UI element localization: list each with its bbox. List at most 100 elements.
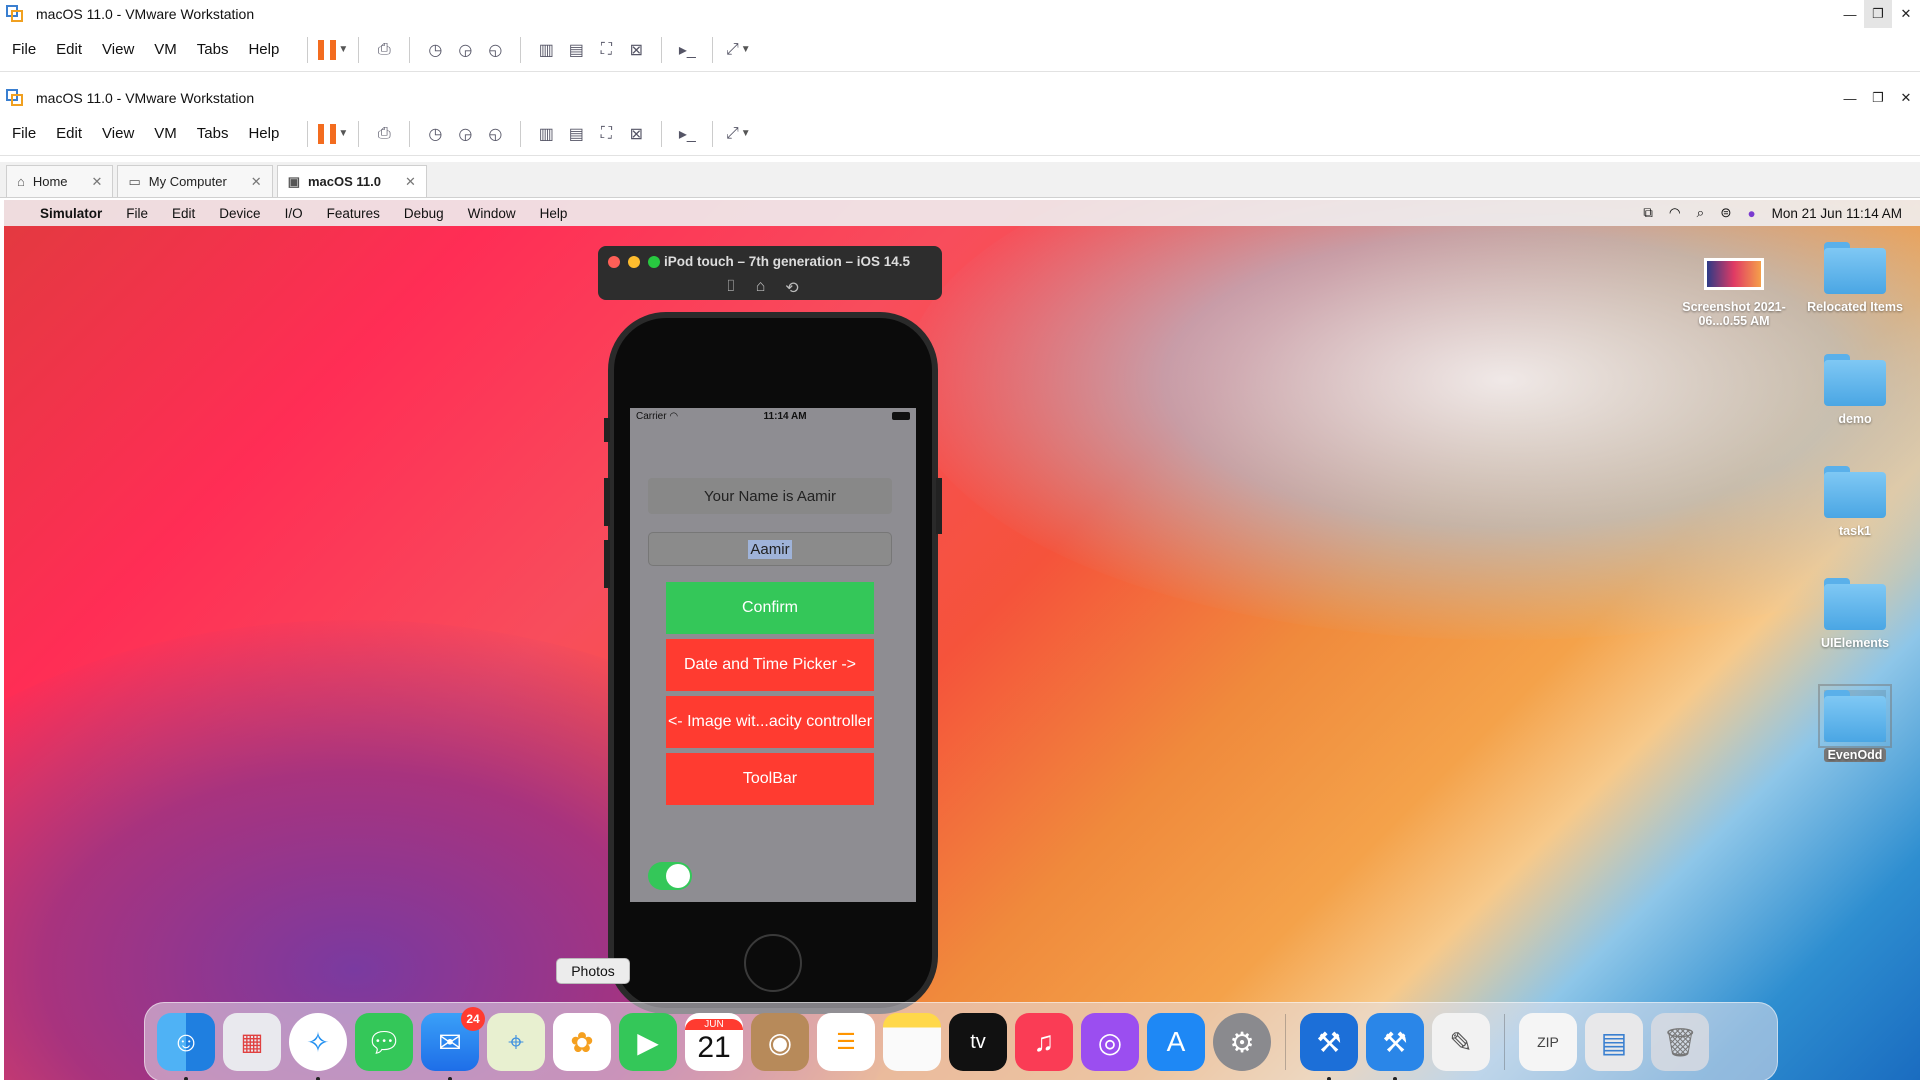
menu-tabs[interactable]: Tabs	[189, 41, 237, 58]
reminders-icon[interactable]: ☰	[817, 1013, 875, 1071]
xcode-icon[interactable]: ⚒	[1300, 1013, 1358, 1080]
desktop-icon-evenodd[interactable]: EvenOdd	[1795, 684, 1915, 762]
tab-close-icon[interactable]: ✕	[251, 174, 262, 190]
confirm-button[interactable]: Confirm	[666, 582, 874, 634]
archive-zip-icon[interactable]: ZIP	[1519, 1013, 1577, 1071]
close-window-icon[interactable]	[608, 256, 620, 268]
menu-help[interactable]: Help	[240, 41, 287, 58]
apple-tv-icon[interactable]: tv	[949, 1013, 1007, 1071]
minimize-window-icon[interactable]	[628, 256, 640, 268]
menu-vm[interactable]: VM	[146, 41, 185, 58]
unity-icon[interactable]: ⊠	[621, 119, 651, 149]
launchpad-icon[interactable]: ▦	[223, 1013, 281, 1071]
restore-button[interactable]: ❐	[1864, 0, 1892, 28]
menu-file[interactable]: File	[4, 125, 44, 142]
ios-screen[interactable]: Carrier ◠ 11:14 AM Your Name is Aamir Aa…	[630, 408, 916, 902]
pause-button[interactable]: ▼	[318, 35, 348, 65]
facetime-icon[interactable]: ▶︎	[619, 1013, 677, 1071]
desktop-icon-demo[interactable]: demo	[1795, 354, 1915, 426]
revert-snapshot-icon[interactable]: ◶	[450, 119, 480, 149]
mac-menu-help[interactable]: Help	[528, 206, 580, 221]
name-text-field[interactable]: Aamir	[648, 532, 892, 566]
console-icon[interactable]: ▸_	[672, 119, 702, 149]
restore-button[interactable]: ❐	[1864, 84, 1892, 112]
ios-toggle-switch[interactable]	[648, 862, 692, 890]
app-store-icon[interactable]: A	[1147, 1013, 1205, 1071]
simulator-icon[interactable]: ⚒	[1366, 1013, 1424, 1080]
snapshot-manager-icon[interactable]: ◵	[480, 119, 510, 149]
mail-icon[interactable]: ✉ 24	[421, 1007, 485, 1080]
desktop-icon-task1[interactable]: task1	[1795, 466, 1915, 538]
menu-file[interactable]: File	[4, 41, 44, 58]
tab-close-icon[interactable]: ✕	[405, 174, 416, 190]
thumbnail-icon[interactable]: ▤	[561, 119, 591, 149]
finder-icon[interactable]: ☺	[157, 1013, 215, 1080]
snapshot-icon[interactable]: ◷	[420, 119, 450, 149]
thumbnail-icon[interactable]: ▤	[561, 35, 591, 65]
snapshot-icon[interactable]: ◷	[420, 35, 450, 65]
mac-menu-features[interactable]: Features	[315, 206, 392, 221]
guest-desktop[interactable]: Simulator File Edit Device I/O Features …	[4, 200, 1920, 1080]
mac-menu-file[interactable]: File	[114, 206, 160, 221]
library-icon[interactable]: ▥	[531, 35, 561, 65]
music-icon[interactable]: ♫	[1015, 1013, 1073, 1071]
close-button[interactable]: ✕	[1892, 0, 1920, 28]
screenshot-icon[interactable]: ⌷	[726, 278, 736, 298]
image-opacity-button[interactable]: <- Image wit...acity controller	[666, 696, 874, 748]
zoom-window-icon[interactable]	[648, 256, 660, 268]
calendar-icon[interactable]: JUN 21	[685, 1013, 743, 1071]
control-center-icon[interactable]: ⊜	[1720, 205, 1731, 221]
menu-tabs[interactable]: Tabs	[189, 125, 237, 142]
contacts-icon[interactable]: ◉	[751, 1013, 809, 1071]
stretch-icon[interactable]: ⤢ ▼	[723, 35, 753, 65]
library-icon[interactable]: ▥	[531, 119, 561, 149]
messages-icon[interactable]: 💬︎	[355, 1013, 413, 1071]
tab-my-computer[interactable]: ▭ My Computer ✕	[117, 165, 273, 197]
menu-view[interactable]: View	[94, 41, 142, 58]
mac-menu-window[interactable]: Window	[456, 206, 528, 221]
close-button[interactable]: ✕	[1892, 84, 1920, 112]
console-icon[interactable]: ▸_	[672, 35, 702, 65]
mac-menu-debug[interactable]: Debug	[392, 206, 456, 221]
menu-clock[interactable]: Mon 21 Jun 11:14 AM	[1772, 206, 1902, 221]
tab-home[interactable]: ⌂ Home ✕	[6, 165, 114, 197]
desktop-icon-uielements[interactable]: UIElements	[1795, 578, 1915, 650]
send-ctrl-alt-del-icon[interactable]: ⎙	[369, 119, 399, 149]
notes-icon[interactable]	[883, 1013, 941, 1071]
downloads-stack-icon[interactable]: ▤	[1585, 1013, 1643, 1071]
photos-icon[interactable]: ✿	[553, 1013, 611, 1071]
system-preferences-icon[interactable]: ⚙	[1213, 1013, 1271, 1071]
snapshot-manager-icon[interactable]: ◵	[480, 35, 510, 65]
textedit-icon[interactable]: ✎	[1432, 1013, 1490, 1071]
toolbar-button[interactable]: ToolBar	[666, 753, 874, 805]
desktop-icon-screenshot[interactable]: Screenshot 2021-06...0.55 AM	[1674, 250, 1794, 328]
minimize-button[interactable]: —	[1836, 84, 1864, 112]
home-icon[interactable]: ⌂	[756, 278, 766, 298]
wifi-icon[interactable]: ◠	[1669, 205, 1681, 221]
mac-menu-edit[interactable]: Edit	[160, 206, 207, 221]
menu-vm[interactable]: VM	[146, 125, 185, 142]
home-button[interactable]	[744, 934, 802, 992]
trash-icon[interactable]: 🗑︎	[1651, 1013, 1709, 1071]
revert-snapshot-icon[interactable]: ◶	[450, 35, 480, 65]
menu-help[interactable]: Help	[240, 125, 287, 142]
stretch-icon[interactable]: ⤢ ▼	[723, 119, 753, 149]
maps-icon[interactable]: ⌖	[487, 1013, 545, 1071]
podcasts-icon[interactable]: ◎	[1081, 1013, 1139, 1071]
mac-menu-device[interactable]: Device	[207, 206, 272, 221]
minimize-button[interactable]: —	[1836, 0, 1864, 28]
desktop-icon-relocated-items[interactable]: Relocated Items	[1795, 242, 1915, 314]
menu-edit[interactable]: Edit	[48, 41, 90, 58]
menu-edit[interactable]: Edit	[48, 125, 90, 142]
full-screen-icon[interactable]: ⛶	[591, 119, 621, 149]
safari-icon[interactable]: ✧	[289, 1013, 347, 1080]
full-screen-icon[interactable]: ⛶	[591, 35, 621, 65]
tab-macos[interactable]: ▣ macOS 11.0 ✕	[276, 165, 427, 197]
siri-icon[interactable]: ●	[1748, 206, 1756, 221]
send-ctrl-alt-del-icon[interactable]: ⎙	[369, 35, 399, 65]
date-time-picker-button[interactable]: Date and Time Picker ->	[666, 639, 874, 691]
tab-close-icon[interactable]: ✕	[92, 174, 103, 190]
menu-view[interactable]: View	[94, 125, 142, 142]
spotlight-search-icon[interactable]: ⌕	[1697, 205, 1705, 221]
screen-mirror-icon[interactable]: ⧉	[1643, 205, 1653, 221]
